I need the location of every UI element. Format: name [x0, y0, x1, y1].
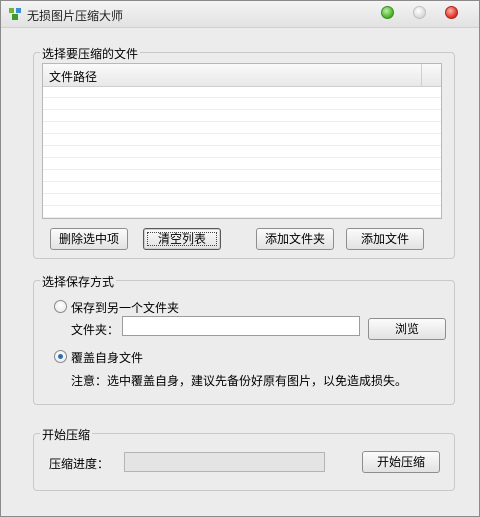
close-button[interactable] — [445, 6, 458, 19]
overwrite-self-radio[interactable] — [54, 350, 67, 363]
start-compress-button[interactable]: 开始压缩 — [362, 451, 440, 473]
empty-row — [43, 206, 441, 218]
overwrite-self-label[interactable]: 覆盖自身文件 — [71, 349, 143, 366]
column-separator — [421, 64, 422, 86]
file-select-group-title: 选择要压缩的文件 — [40, 45, 141, 62]
save-to-other-folder-label[interactable]: 保存到另一个文件夹 — [71, 299, 179, 316]
column-header-file-path[interactable]: 文件路径 — [49, 68, 97, 85]
empty-row — [43, 182, 441, 194]
empty-row — [43, 194, 441, 206]
progress-label: 压缩进度： — [49, 457, 110, 471]
save-mode-group-title: 选择保存方式 — [40, 273, 117, 290]
app-logo-icon — [9, 8, 21, 20]
empty-row — [43, 134, 441, 146]
empty-row — [43, 86, 441, 98]
file-list-header: 文件路径 — [43, 64, 441, 87]
add-folder-button[interactable]: 添加文件夹 — [256, 228, 334, 250]
file-select-group: 选择要压缩的文件 文件路径 删除选中项 清空列表 添加文件夹 添加文件 — [33, 45, 455, 259]
overwrite-warning-note: 注意：选中覆盖自身，建议先备份好原有图片，以免造成损失。 — [71, 374, 408, 388]
folder-label: 文件夹： — [71, 323, 120, 337]
title-bar[interactable]: 无损图片压缩大师 — [1, 1, 479, 28]
empty-row — [43, 146, 441, 158]
add-file-button[interactable]: 添加文件 — [346, 228, 424, 250]
compress-group-title: 开始压缩 — [40, 426, 93, 443]
window-title: 无损图片压缩大师 — [27, 9, 124, 23]
empty-row — [43, 158, 441, 170]
file-list-table[interactable]: 文件路径 — [42, 63, 442, 219]
delete-selected-button[interactable]: 删除选中项 — [50, 228, 128, 250]
maximize-button[interactable] — [413, 6, 426, 19]
clear-list-button[interactable]: 清空列表 — [143, 228, 221, 250]
empty-row — [43, 170, 441, 182]
save-mode-group: 选择保存方式 保存到另一个文件夹 文件夹： 浏览 覆盖自身文件 注意：选中覆盖自… — [33, 273, 455, 405]
minimize-button[interactable] — [381, 6, 394, 19]
compress-group: 开始压缩 压缩进度： 开始压缩 — [33, 426, 455, 491]
focus-ring — [147, 232, 217, 246]
compress-progress-bar — [124, 452, 325, 472]
save-to-other-folder-radio[interactable] — [54, 300, 67, 313]
empty-row — [43, 98, 441, 110]
folder-path-input[interactable] — [122, 316, 360, 336]
empty-row — [43, 110, 441, 122]
browse-button[interactable]: 浏览 — [368, 318, 446, 340]
app-window: 无损图片压缩大师 选择要压缩的文件 文件路径 删除选中项 清空列表 添加文件夹 … — [0, 0, 480, 517]
empty-row — [43, 122, 441, 134]
